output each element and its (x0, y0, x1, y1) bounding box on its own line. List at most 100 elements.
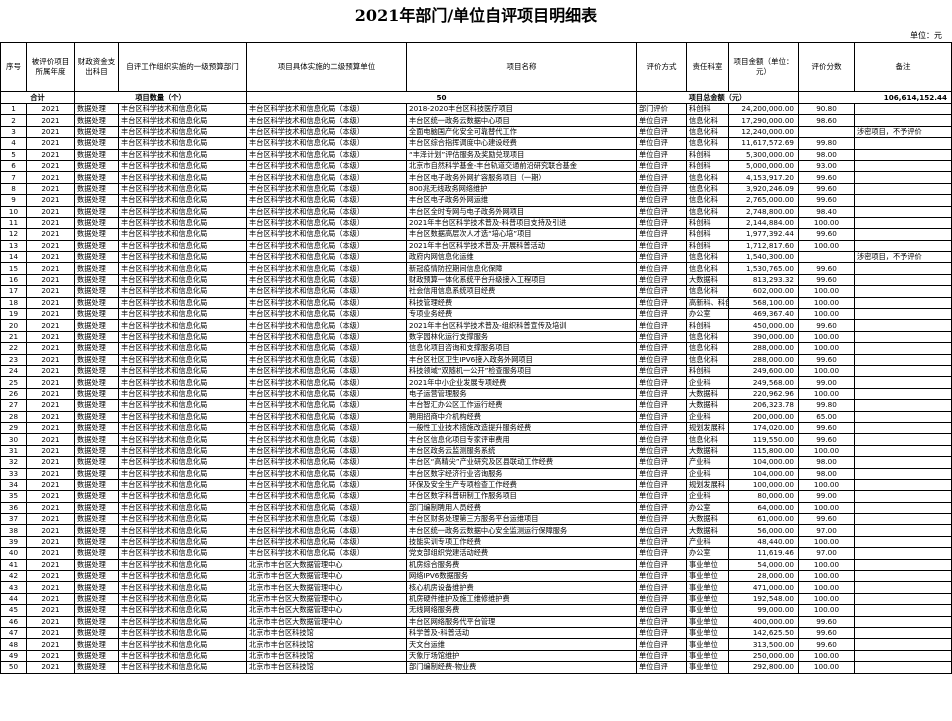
table-cell: 涉密项目，不予评价 (854, 251, 952, 264)
table-cell: 2021 (26, 421, 75, 435)
table-cell: 数据处理 (74, 228, 119, 241)
table-cell (854, 171, 952, 184)
table-cell: 丰台区科学技术和信息化局 (118, 410, 247, 423)
table-cell: 丰台区社区卫生IPV6接入政务外网项目 (406, 353, 637, 367)
table-cell: 2021 (26, 569, 75, 583)
table-cell: 249,600.00 (728, 364, 799, 378)
table-cell (854, 364, 952, 378)
table-cell: 产业科 (686, 535, 729, 549)
table-cell: 100.00 (798, 330, 855, 344)
table-cell: 丰台区科学技术和信息化局 (118, 239, 247, 253)
table-cell: 丰台区科学技术和信息化局（本级） (246, 239, 407, 253)
table-row: 12 2021 数据处理 丰台区科学技术和信息化局 丰台区科学技术和信息化局（本级） 丰台… (0, 228, 952, 241)
table-cell: 98.40 (798, 205, 855, 218)
table-cell: 25 (0, 376, 27, 389)
table-cell: 4 (0, 137, 27, 150)
table-cell: 15 (0, 262, 27, 275)
table-cell: 2 (0, 114, 27, 127)
table-cell: 单位自评 (636, 159, 687, 173)
unit-row: 单位：元 (0, 31, 952, 42)
table-cell: 单位自评 (636, 376, 687, 389)
table-cell: 丰台区科学技术和信息化局 (118, 513, 247, 526)
table-cell: 数据处理 (74, 592, 119, 606)
table-cell: 93.00 (798, 159, 855, 173)
table-cell: 46 (0, 615, 27, 628)
table-cell (854, 148, 952, 161)
table-cell: 568,100.00 (728, 296, 799, 310)
table-cell: 办公室 (686, 547, 729, 560)
table-cell: 99.60 (798, 638, 855, 651)
table-cell: 数字园林化运行支撑服务 (406, 330, 637, 344)
table-cell: 2021 (26, 353, 75, 367)
table-cell (854, 558, 952, 572)
table-cell: 信息化科 (686, 285, 729, 298)
table-cell: 数据处理 (74, 171, 119, 184)
table-cell: 丰台区科学技术和信息化局 (118, 615, 247, 628)
table-cell: 17,290,000.00 (728, 114, 799, 127)
table-cell: 单位自评 (636, 478, 687, 492)
table-cell: 事业单位 (686, 604, 729, 617)
table-cell: 信息化科 (686, 137, 729, 150)
table-cell: 单位自评 (636, 490, 687, 503)
column-header: 财政资金支出科目 (74, 42, 119, 92)
table-cell: 信息化科 (686, 353, 729, 367)
table-cell: 北京市丰台区大数据管理中心 (246, 581, 407, 594)
table-cell: 2021 (26, 251, 75, 264)
table-cell: 100,000.00 (728, 478, 799, 492)
table-cell: 99.60 (798, 513, 855, 526)
table-cell: 54,000.00 (728, 558, 799, 572)
table-cell: 丰台区科学技术和信息化局 (118, 558, 247, 572)
table-cell: 27 (0, 399, 27, 412)
table-cell: 2021 (26, 649, 75, 663)
table-cell: 丰台区科学技术和信息化局（本级） (246, 353, 407, 367)
table-cell (854, 592, 952, 606)
table-cell: 单位自评 (636, 319, 687, 332)
table-cell: 丰台区科学技术和信息化局（本级） (246, 319, 407, 332)
table-cell: 科创科 (686, 148, 729, 161)
table-cell: 3,920,246.09 (728, 182, 799, 196)
table-cell: 800兆无线政务网络维护 (406, 182, 637, 196)
table-row: 2 2021 数据处理 丰台区科学技术和信息化局 丰台区科学技术和信息化局（本级） 丰台区… (0, 114, 952, 127)
table-cell: 21 (0, 330, 27, 344)
table-cell (854, 216, 952, 230)
table-row: 49 2021 数据处理 丰台区科学技术和信息化局 北京市丰台区科技馆 天象厅场馆维护 单位… (0, 649, 952, 663)
table-cell (854, 524, 952, 537)
table-cell: 99,000.00 (728, 604, 799, 617)
table-cell: 丰台区科学技术和信息化局 (118, 604, 247, 617)
table-cell: 产业科 (686, 456, 729, 469)
table-cell: 北京市丰台区大数据管理中心 (246, 604, 407, 617)
table-cell: 办公室 (686, 308, 729, 321)
table-cell: 事业单位 (686, 581, 729, 594)
table-row: 38 2021 数据处理 丰台区科学技术和信息化局 丰台区科学技术和信息化局（本级） 丰台… (0, 524, 952, 537)
table-cell: 丰台区科学技术和信息化局（本级） (246, 387, 407, 401)
table-cell: 30 (0, 433, 27, 446)
table-cell: 丰台区科学技术和信息化局 (118, 273, 247, 287)
table-cell: 丰台区综合指挥调度中心建设经费 (406, 137, 637, 150)
table-cell: 2021 (26, 125, 75, 139)
table-cell: 400,000.00 (728, 615, 799, 628)
table-row: 31 2021 数据处理 丰台区科学技术和信息化局 丰台区科学技术和信息化局（本级） 丰台… (0, 444, 952, 458)
table-cell (854, 296, 952, 310)
table-cell: 事业单位 (686, 626, 729, 640)
table-cell: 数据处理 (74, 353, 119, 367)
table-cell: 数据处理 (74, 478, 119, 492)
table-cell (854, 387, 952, 401)
column-header: 被评价项目所属年度 (26, 42, 75, 92)
table-cell: 丰台区科学技术和信息化局（本级） (246, 137, 407, 150)
table-cell: 104,000.00 (728, 467, 799, 480)
table-cell: 2018-2020丰台区科技医疗项目 (406, 102, 637, 116)
table-cell: 23 (0, 353, 27, 367)
table-cell: 单位自评 (636, 569, 687, 583)
table-cell: 事业单位 (686, 638, 729, 651)
table-cell (854, 239, 952, 253)
table-cell: 丰台区科学技术和信息化局 (118, 456, 247, 469)
table-cell: 信息化科 (686, 342, 729, 355)
table-cell: 数据处理 (74, 581, 119, 594)
table-cell: 单位自评 (636, 638, 687, 651)
table-cell: 丰台区科学技术和信息化局（本级） (246, 501, 407, 515)
table-cell: 2021 (26, 410, 75, 423)
table-cell: 8 (0, 182, 27, 196)
table-cell: 2,144,884.00 (728, 216, 799, 230)
table-cell: 65.00 (798, 410, 855, 423)
table-cell: 2021 (26, 239, 75, 253)
